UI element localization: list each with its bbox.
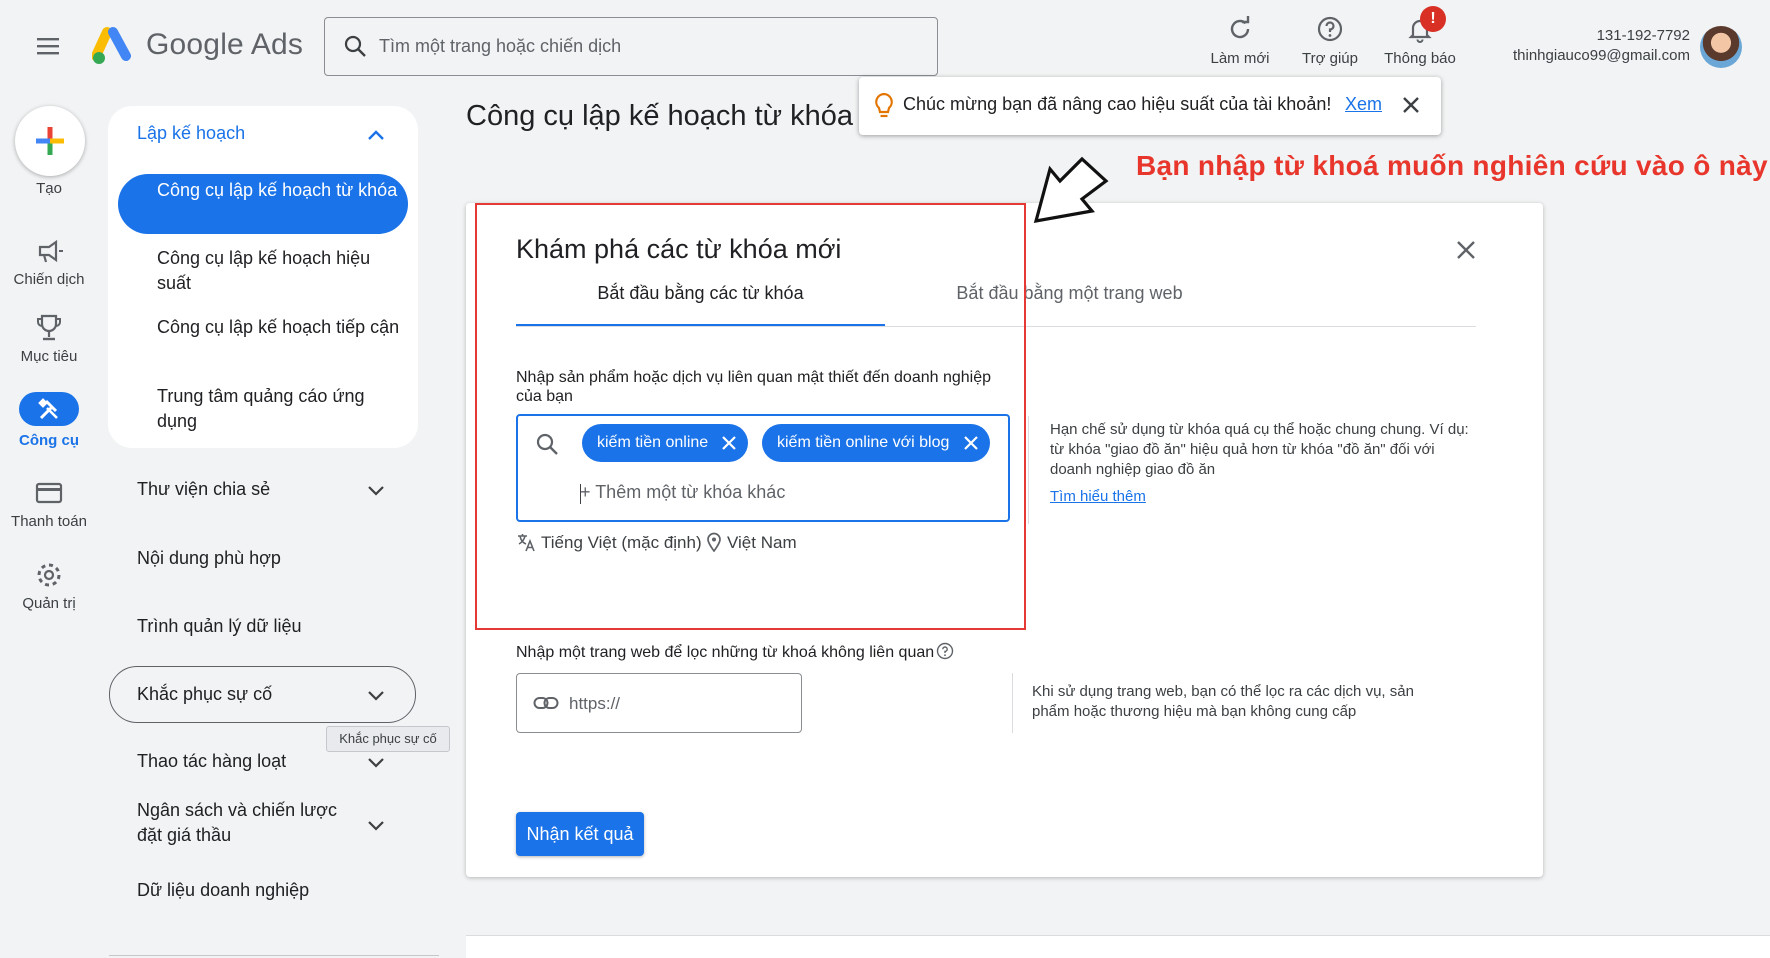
page-title: Công cụ lập kế hoạch từ khóa (466, 100, 853, 132)
annotation-text: Bạn nhập từ khoá muốn nghiên cứu vào ô n… (1136, 150, 1768, 181)
keyword-chip-label: kiếm tiền online với blog (777, 434, 950, 451)
toast-message: Chúc mừng bạn đã nâng cao hiệu suất của … (903, 94, 1332, 114)
refresh-button[interactable]: Làm mới (1200, 14, 1280, 67)
card-title: Khám phá các từ khóa mới (516, 234, 842, 264)
brand-name: Google Ads (146, 28, 304, 61)
keyword-chip[interactable]: kiếm tiền online (582, 424, 748, 462)
nav-divider (109, 955, 439, 956)
close-icon[interactable] (1452, 236, 1480, 264)
close-icon[interactable] (964, 436, 978, 450)
annotation-arrow-icon (1030, 155, 1110, 227)
notifications-label: Thông báo (1384, 50, 1456, 67)
nav-section-bulk-actions[interactable]: Thao tác hàng loạt (137, 749, 377, 774)
nav-section-planning[interactable]: Lập kế hoạch (137, 123, 245, 144)
avatar[interactable] (1700, 26, 1742, 68)
hint-divider (1028, 416, 1029, 524)
nav-item-reach-planner[interactable]: Công cụ lập kế hoạch tiếp cận (157, 315, 402, 340)
nav-item-app-advertising-hub[interactable]: Trung tâm quảng cáo ứng dụng (157, 384, 402, 434)
help-icon[interactable] (936, 642, 954, 660)
create-label: Tạo (36, 180, 62, 197)
tab-start-with-website[interactable]: Bắt đầu bằng một trang web (885, 283, 1254, 327)
rail-item-goals[interactable]: Mục tiêu (0, 313, 98, 365)
rail-item-campaigns[interactable]: Chiến dịch (0, 236, 98, 288)
keyword-chip-label: kiếm tiền online (597, 434, 709, 451)
create-button[interactable] (15, 106, 85, 176)
refresh-icon (1225, 14, 1255, 44)
link-icon (533, 693, 559, 713)
rail-label-goals: Mục tiêu (20, 348, 78, 365)
megaphone-icon (29, 236, 69, 266)
keyword-field-label: Nhập sản phẩm hoặc dịch vụ liên quan mật… (516, 369, 992, 405)
help-icon (1315, 14, 1345, 44)
rail-item-billing[interactable]: Thanh toán (0, 478, 98, 530)
chevron-down-icon[interactable] (364, 813, 388, 837)
plus-icon (36, 127, 64, 155)
keyword-chip[interactable]: kiếm tiền online với blog (762, 424, 990, 462)
tab-divider (516, 326, 1476, 327)
success-toast: Chúc mừng bạn đã nâng cao hiệu suất của … (859, 77, 1441, 135)
nav-item-keyword-planner[interactable]: Công cụ lập kế hoạch từ khóa (157, 178, 402, 203)
account-email: thinhgiauco99@gmail.com (1513, 47, 1690, 64)
nav-item-performance-planner[interactable]: Công cụ lập kế hoạch hiệu suất (157, 246, 402, 296)
search-placeholder: Tìm một trang hoặc chiến dịch (379, 36, 622, 56)
rail-label-campaigns: Chiến dịch (13, 271, 85, 288)
get-results-button[interactable]: Nhận kết quả (516, 812, 644, 856)
lightbulb-icon (873, 92, 895, 120)
chevron-down-icon[interactable] (364, 683, 388, 707)
location-selector[interactable]: Việt Nam (727, 533, 797, 553)
url-placeholder: https:// (569, 694, 621, 713)
lower-content-edge (466, 935, 1770, 958)
toast-view-link[interactable]: Xem (1345, 94, 1382, 115)
learn-more-link[interactable]: Tìm hiểu thêm (1050, 488, 1146, 505)
nav-section-budgets-bidding[interactable]: Ngân sách và chiến lược đặt giá thầu (137, 798, 357, 848)
nav-section-business-data[interactable]: Dữ liệu doanh nghiệp (137, 878, 377, 903)
tools-icon (19, 392, 79, 426)
chevron-down-icon[interactable] (364, 478, 388, 502)
google-ads-logo[interactable] (92, 26, 134, 68)
nav-section-troubleshooting[interactable]: Khắc phục sự cố (137, 682, 377, 707)
chevron-up-icon[interactable] (364, 124, 388, 148)
nav-section-data-manager[interactable]: Trình quản lý dữ liệu (137, 614, 377, 639)
rail-item-admin[interactable]: Quản trị (0, 560, 98, 612)
notification-badge: ! (1420, 6, 1446, 32)
nav-section-shared-library[interactable]: Thư viện chia sẻ (137, 477, 377, 502)
settings-icon (29, 560, 69, 590)
close-icon[interactable] (722, 436, 736, 450)
help-label: Trợ giúp (1302, 50, 1358, 67)
translate-icon[interactable] (516, 532, 536, 552)
language-selector[interactable]: Tiếng Việt (mặc định) (541, 533, 702, 553)
search-icon (535, 432, 559, 456)
location-pin-icon[interactable] (706, 532, 722, 552)
credit-card-icon (29, 478, 69, 508)
rail-label-billing: Thanh toán (11, 513, 87, 530)
url-hint-text: Khi sử dụng trang web, bạn có thể lọc ra… (1032, 683, 1414, 720)
keyword-placeholder: + Thêm một từ khóa khác (580, 482, 786, 502)
search-icon (343, 34, 367, 58)
account-id: 131-192-7792 (1596, 27, 1690, 44)
help-button[interactable]: Trợ giúp (1290, 14, 1370, 67)
url-field-label: Nhập một trang web để lọc những từ khoá … (516, 644, 935, 661)
nav-section-content-suitability[interactable]: Nội dung phù hợp (137, 546, 377, 571)
refresh-label: Làm mới (1210, 50, 1270, 67)
search-input[interactable]: Tìm một trang hoặc chiến dịch (324, 17, 938, 76)
url-hint-divider (1012, 673, 1013, 733)
tab-start-with-keywords[interactable]: Bắt đầu bằng các từ khóa (516, 283, 885, 327)
rail-item-tools[interactable]: Công cụ (0, 392, 98, 449)
trophy-icon (29, 313, 69, 343)
rail-label-admin: Quản trị (22, 595, 76, 612)
chevron-down-icon[interactable] (364, 750, 388, 774)
rail-label-tools: Công cụ (19, 432, 79, 449)
menu-icon[interactable] (30, 28, 66, 64)
keyword-hint-text: Hạn chế sử dụng từ khóa quá cụ thể hoặc … (1050, 421, 1469, 478)
close-icon[interactable] (1399, 93, 1423, 117)
